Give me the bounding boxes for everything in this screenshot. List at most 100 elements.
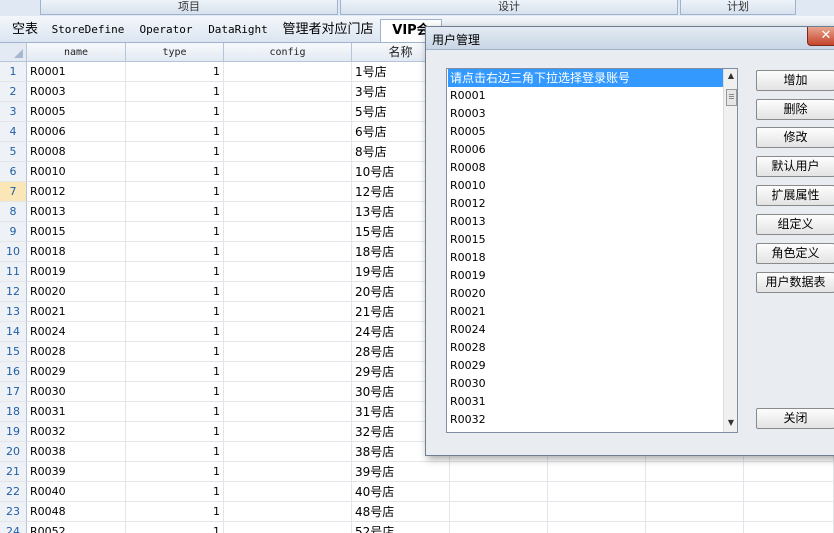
list-item[interactable]: R0006 <box>448 141 725 159</box>
type-cell[interactable]: 1 <box>126 402 224 422</box>
empty-cell[interactable] <box>548 462 646 482</box>
list-item[interactable]: R0021 <box>448 303 725 321</box>
table-row[interactable]: 23 R0048 1 48号店 <box>0 502 834 522</box>
empty-cell[interactable] <box>450 462 548 482</box>
config-cell[interactable] <box>224 462 352 482</box>
config-cell[interactable] <box>224 222 352 242</box>
type-cell[interactable]: 1 <box>126 222 224 242</box>
row-number[interactable]: 17 <box>0 382 27 402</box>
config-cell[interactable] <box>224 142 352 162</box>
tab-operator[interactable]: Operator <box>134 19 198 41</box>
config-cell[interactable] <box>224 482 352 502</box>
row-number[interactable]: 21 <box>0 462 27 482</box>
config-cell[interactable] <box>224 102 352 122</box>
name-cell[interactable]: R0048 <box>27 502 126 522</box>
config-cell[interactable] <box>224 402 352 422</box>
table-row[interactable]: 21 R0039 1 39号店 <box>0 462 834 482</box>
config-cell[interactable] <box>224 342 352 362</box>
config-cell[interactable] <box>224 442 352 462</box>
type-cell[interactable]: 1 <box>126 182 224 202</box>
type-cell[interactable]: 1 <box>126 102 224 122</box>
label-cell[interactable]: 52号店 <box>352 522 450 533</box>
type-cell[interactable]: 1 <box>126 282 224 302</box>
column-header-name[interactable]: name <box>27 43 126 62</box>
config-cell[interactable] <box>224 202 352 222</box>
type-cell[interactable]: 1 <box>126 362 224 382</box>
empty-cell[interactable] <box>548 482 646 502</box>
row-number[interactable]: 12 <box>0 282 27 302</box>
row-number[interactable]: 11 <box>0 262 27 282</box>
scroll-down-arrow-icon[interactable]: ▼ <box>724 416 737 430</box>
config-cell[interactable] <box>224 82 352 102</box>
config-cell[interactable] <box>224 422 352 442</box>
empty-cell[interactable] <box>744 502 834 522</box>
list-item[interactable]: R0019 <box>448 267 725 285</box>
config-cell[interactable] <box>224 502 352 522</box>
row-number[interactable]: 19 <box>0 422 27 442</box>
row-number[interactable]: 1 <box>0 62 27 82</box>
type-cell[interactable]: 1 <box>126 122 224 142</box>
type-cell[interactable]: 1 <box>126 502 224 522</box>
list-item[interactable]: R0012 <box>448 195 725 213</box>
name-cell[interactable]: R0024 <box>27 322 126 342</box>
column-header-type[interactable]: type <box>126 43 224 62</box>
name-cell[interactable]: R0029 <box>27 362 126 382</box>
type-cell[interactable]: 1 <box>126 242 224 262</box>
empty-cell[interactable] <box>744 462 834 482</box>
name-cell[interactable]: R0031 <box>27 402 126 422</box>
name-cell[interactable]: R0008 <box>27 142 126 162</box>
type-cell[interactable]: 1 <box>126 442 224 462</box>
list-item[interactable]: R0008 <box>448 159 725 177</box>
row-number[interactable]: 6 <box>0 162 27 182</box>
name-cell[interactable]: R0001 <box>27 62 126 82</box>
name-cell[interactable]: R0040 <box>27 482 126 502</box>
empty-cell[interactable] <box>646 462 744 482</box>
config-cell[interactable] <box>224 162 352 182</box>
tab-storedefine[interactable]: StoreDefine <box>48 19 128 41</box>
table-row[interactable]: 24 R0052 1 52号店 <box>0 522 834 533</box>
config-cell[interactable] <box>224 382 352 402</box>
name-cell[interactable]: R0018 <box>27 242 126 262</box>
type-cell[interactable]: 1 <box>126 262 224 282</box>
scroll-thumb[interactable] <box>726 89 737 106</box>
table-row[interactable]: 22 R0040 1 40号店 <box>0 482 834 502</box>
empty-cell[interactable] <box>450 482 548 502</box>
row-number[interactable]: 8 <box>0 202 27 222</box>
role-definition-button[interactable]: 角色定义 <box>756 243 834 264</box>
name-cell[interactable]: R0020 <box>27 282 126 302</box>
config-cell[interactable] <box>224 302 352 322</box>
group-definition-button[interactable]: 组定义 <box>756 214 834 235</box>
empty-cell[interactable] <box>548 522 646 533</box>
list-item[interactable]: R0015 <box>448 231 725 249</box>
row-number[interactable]: 14 <box>0 322 27 342</box>
name-cell[interactable]: R0039 <box>27 462 126 482</box>
tab-dataright[interactable]: DataRight <box>204 19 272 41</box>
row-number[interactable]: 5 <box>0 142 27 162</box>
config-cell[interactable] <box>224 242 352 262</box>
name-cell[interactable]: R0019 <box>27 262 126 282</box>
type-cell[interactable]: 1 <box>126 422 224 442</box>
list-item[interactable]: R0013 <box>448 213 725 231</box>
row-number[interactable]: 13 <box>0 302 27 322</box>
row-number[interactable]: 20 <box>0 442 27 462</box>
list-item[interactable]: R0032 <box>448 411 725 429</box>
row-number[interactable]: 24 <box>0 522 27 533</box>
list-item[interactable]: R0005 <box>448 123 725 141</box>
list-item[interactable]: R0028 <box>448 339 725 357</box>
type-cell[interactable]: 1 <box>126 82 224 102</box>
row-number[interactable]: 18 <box>0 402 27 422</box>
row-number[interactable]: 15 <box>0 342 27 362</box>
name-cell[interactable]: R0052 <box>27 522 126 533</box>
config-cell[interactable] <box>224 122 352 142</box>
design-button[interactable]: 设计 <box>340 0 678 15</box>
project-button[interactable]: 项目 <box>40 0 338 15</box>
name-cell[interactable]: R0010 <box>27 162 126 182</box>
type-cell[interactable]: 1 <box>126 382 224 402</box>
delete-button[interactable]: 删除 <box>756 99 834 120</box>
empty-cell[interactable] <box>646 502 744 522</box>
list-item[interactable]: R0024 <box>448 321 725 339</box>
row-number[interactable]: 3 <box>0 102 27 122</box>
config-cell[interactable] <box>224 282 352 302</box>
extended-properties-button[interactable]: 扩展属性 <box>756 185 834 206</box>
name-cell[interactable]: R0015 <box>27 222 126 242</box>
